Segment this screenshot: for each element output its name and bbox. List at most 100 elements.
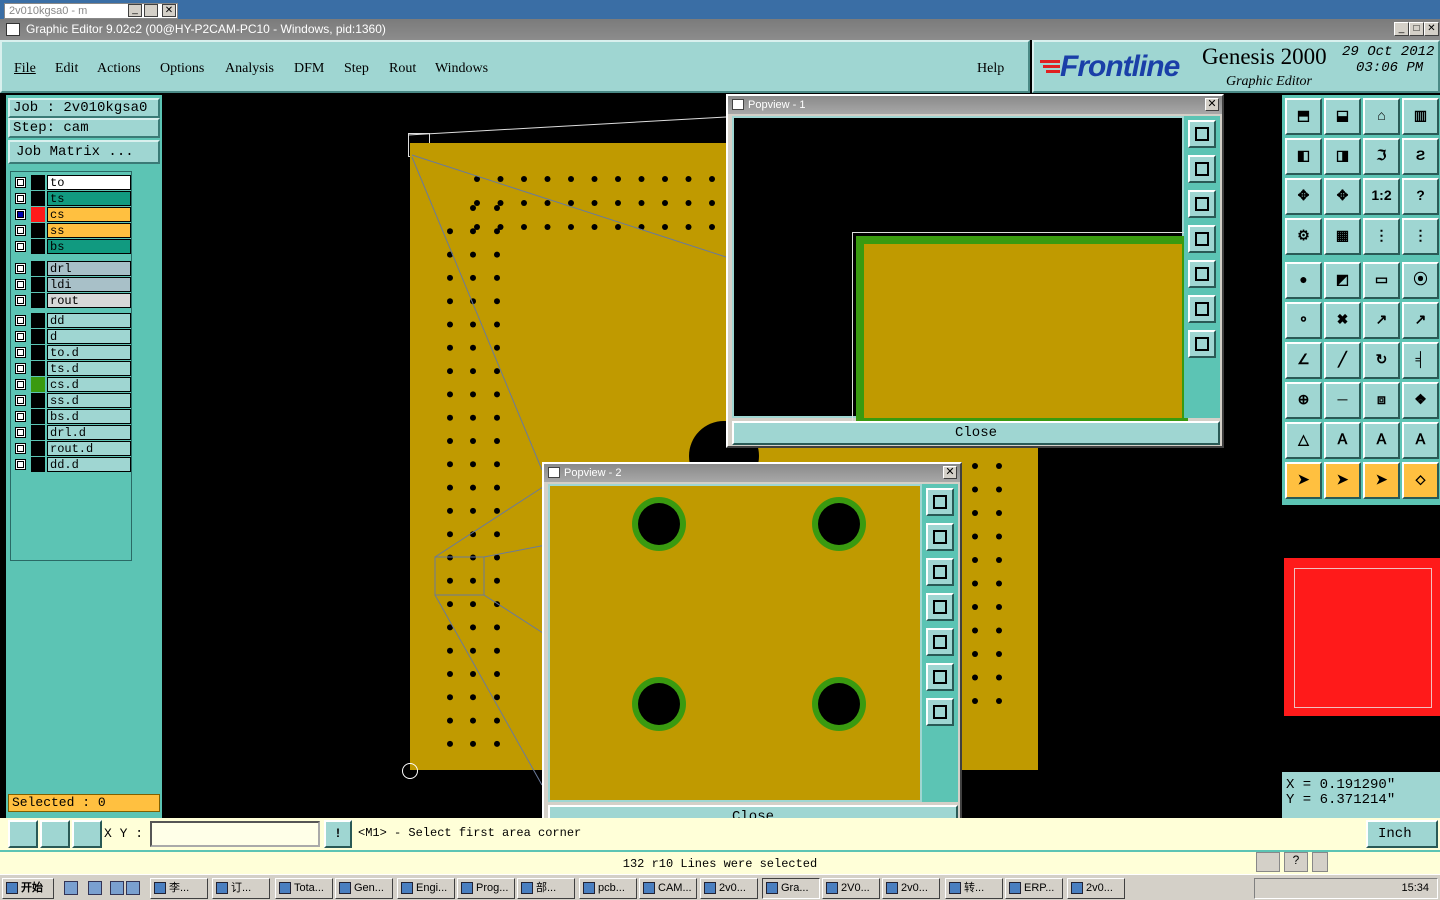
- layer-row-dd-d[interactable]: dd.d: [15, 457, 131, 472]
- layer-row-bs[interactable]: bs: [15, 239, 131, 254]
- tool-line-icon[interactable]: ↗: [1363, 302, 1400, 339]
- tool-text2-icon[interactable]: Ａ: [1363, 422, 1400, 459]
- tool-cross-icon[interactable]: ✖: [1324, 302, 1361, 339]
- quick-launch-icon[interactable]: [126, 881, 140, 895]
- zoom-home-icon[interactable]: [1188, 120, 1216, 148]
- layer-checkbox[interactable]: [15, 263, 26, 274]
- tool-fit-icon[interactable]: ✥: [1285, 178, 1322, 215]
- tool-text3-icon[interactable]: Ａ: [1402, 422, 1439, 459]
- layer-checkbox[interactable]: [15, 315, 26, 326]
- layer-checkbox[interactable]: [15, 411, 26, 422]
- layer-row-drl-d[interactable]: drl.d: [15, 425, 131, 440]
- layer-checkbox[interactable]: [15, 363, 26, 374]
- xy-input[interactable]: [150, 821, 320, 847]
- layer-row-ts[interactable]: ts: [15, 191, 131, 206]
- maximize-button[interactable]: □: [1409, 22, 1424, 36]
- tool-triangle-icon[interactable]: △: [1285, 422, 1322, 459]
- layer-row-d[interactable]: d: [15, 329, 131, 344]
- layer-row-ss-d[interactable]: ss.d: [15, 393, 131, 408]
- layer-row-ts-d[interactable]: ts.d: [15, 361, 131, 376]
- menu-options[interactable]: Options: [160, 61, 204, 77]
- tool-up-icon[interactable]: ⬒: [1285, 98, 1322, 135]
- layer-checkbox[interactable]: [15, 193, 26, 204]
- popview-2-close-icon[interactable]: ✕: [943, 466, 957, 479]
- menu-edit[interactable]: Edit: [55, 61, 78, 77]
- alert-icon[interactable]: !: [324, 820, 352, 848]
- menu-file[interactable]: File: [14, 61, 36, 77]
- layer-checkbox[interactable]: [15, 331, 26, 342]
- menu-windows[interactable]: Windows: [435, 61, 488, 77]
- tool-pointer2-icon[interactable]: ➤: [1324, 462, 1361, 499]
- taskbar-item[interactable]: 部...: [517, 878, 575, 899]
- taskbar-item[interactable]: 2v0...: [1067, 878, 1125, 899]
- tool-snake-icon[interactable]: Ƨ: [1402, 138, 1439, 175]
- layer-row-cs-d[interactable]: cs.d: [15, 377, 131, 392]
- menu-help[interactable]: Help: [977, 61, 1004, 77]
- taskbar-item[interactable]: 2v0...: [700, 878, 758, 899]
- minimize-button[interactable]: _: [1394, 22, 1409, 36]
- menu-actions[interactable]: Actions: [97, 61, 141, 77]
- pan-down-icon[interactable]: [1188, 190, 1216, 218]
- pan-left-icon[interactable]: [1188, 225, 1216, 253]
- layer-checkbox[interactable]: [15, 279, 26, 290]
- grid-tool-icon[interactable]: [72, 820, 102, 848]
- zoom-home-icon[interactable]: [926, 488, 954, 516]
- tool-layers-icon[interactable]: ⋮: [1363, 218, 1400, 255]
- tool-layers2-icon[interactable]: ⋮: [1402, 218, 1439, 255]
- menu-dfm[interactable]: DFM: [294, 61, 324, 77]
- menu-analysis[interactable]: Analysis: [225, 61, 274, 77]
- tool-measure-icon[interactable]: ⧈: [1363, 382, 1400, 419]
- tool-circle-icon[interactable]: ⦿: [1402, 262, 1439, 299]
- zoom-in-icon[interactable]: [926, 698, 954, 726]
- taskbar-item[interactable]: 订...: [212, 878, 270, 899]
- layer-row-rout-d[interactable]: rout.d: [15, 441, 131, 456]
- layer-row-cs[interactable]: cs: [15, 207, 131, 222]
- tool-text-icon[interactable]: Ａ: [1324, 422, 1361, 459]
- tool-pad-icon[interactable]: ●: [1285, 262, 1322, 299]
- layer-checkbox[interactable]: [15, 347, 26, 358]
- tool-multi-icon[interactable]: ⬦: [1402, 462, 1439, 499]
- taskbar-item[interactable]: Tota...: [275, 878, 333, 899]
- tool-right-icon[interactable]: ◨: [1324, 138, 1361, 175]
- tool-flip-icon[interactable]: ╡: [1402, 342, 1439, 379]
- popview-1-close-icon[interactable]: ✕: [1205, 98, 1219, 111]
- layer-row-rout[interactable]: rout: [15, 293, 131, 308]
- layer-checkbox[interactable]: [15, 225, 26, 236]
- taskbar-item[interactable]: 李...: [150, 878, 208, 899]
- units-selector[interactable]: Inch: [1366, 820, 1438, 848]
- tool-line2-icon[interactable]: ↗: [1402, 302, 1439, 339]
- mini-close-button[interactable]: ✕: [162, 4, 176, 17]
- layer-checkbox[interactable]: [15, 177, 26, 188]
- tool-scale-icon[interactable]: 1:2: [1363, 178, 1400, 215]
- layer-checkbox[interactable]: [15, 427, 26, 438]
- popview-2-canvas[interactable]: [548, 484, 922, 802]
- menu-step[interactable]: Step: [344, 61, 369, 77]
- tool-ruler-icon[interactable]: ▭: [1363, 262, 1400, 299]
- zoom-out-icon[interactable]: [926, 663, 954, 691]
- layer-row-to-d[interactable]: to.d: [15, 345, 131, 360]
- menu-rout[interactable]: Rout: [389, 61, 416, 77]
- tool-settings-icon[interactable]: ⚙: [1285, 218, 1322, 255]
- pan-right-icon[interactable]: [926, 628, 954, 656]
- taskbar-item[interactable]: CAM...: [639, 878, 697, 899]
- zoom-out-icon[interactable]: [1188, 295, 1216, 323]
- popview-1-canvas[interactable]: [732, 116, 1188, 422]
- scroll-icon[interactable]: [1312, 852, 1328, 872]
- tool-blocks-icon[interactable]: ❖: [1402, 382, 1439, 419]
- layer-checkbox[interactable]: [15, 395, 26, 406]
- ime-icon[interactable]: [1256, 852, 1280, 872]
- layer-checkbox[interactable]: [15, 379, 26, 390]
- popview-1-close-button[interactable]: Close: [732, 421, 1220, 445]
- taskbar-item[interactable]: pcb...: [579, 878, 637, 899]
- pan-left-icon[interactable]: [926, 593, 954, 621]
- layer-row-to[interactable]: to: [15, 175, 131, 190]
- layer-checkbox[interactable]: [15, 443, 26, 454]
- mini-maximize-button[interactable]: [144, 4, 158, 17]
- taskbar-item[interactable]: 2v0...: [882, 878, 940, 899]
- layer-checkbox[interactable]: [15, 241, 26, 252]
- layer-checkbox[interactable]: [15, 209, 26, 220]
- tool-center-icon[interactable]: ✥: [1324, 178, 1361, 215]
- tool-panel-icon[interactable]: ▥: [1402, 98, 1439, 135]
- taskbar-item[interactable]: Gen...: [335, 878, 393, 899]
- start-button[interactable]: 开始: [2, 878, 54, 899]
